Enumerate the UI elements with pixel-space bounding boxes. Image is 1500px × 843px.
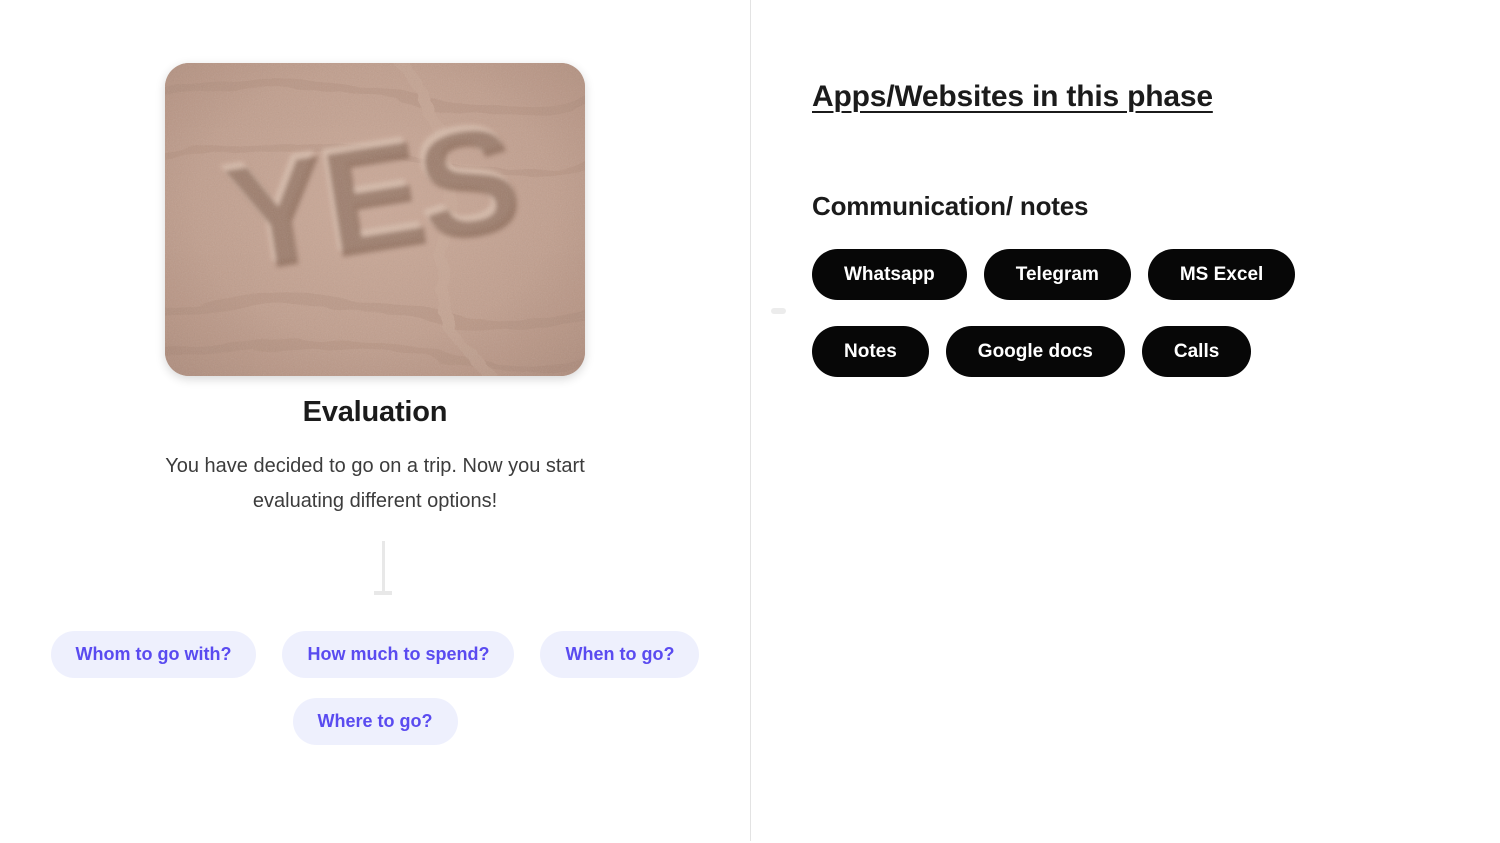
- question-pill-how-much-to-spend[interactable]: How much to spend?: [282, 631, 515, 678]
- phase-description: You have decided to go on a trip. Now yo…: [165, 455, 585, 512]
- phase-image-yes-in-sand: YES: [165, 63, 585, 376]
- app-pill-google-docs[interactable]: Google docs: [945, 326, 1125, 377]
- app-pill-row: Notes Google docs Calls: [812, 326, 1452, 377]
- question-pill-whom-to-go-with[interactable]: Whom to go with?: [50, 631, 257, 678]
- right-pane: Apps/Websites in this phase Communicatio…: [751, 0, 1500, 843]
- app-pill-whatsapp[interactable]: Whatsapp: [812, 249, 967, 300]
- app-pill-telegram[interactable]: Telegram: [983, 249, 1131, 300]
- left-pane: YES Evaluation You have decided to go on…: [0, 0, 750, 843]
- app-pill-notes[interactable]: Notes: [812, 326, 929, 377]
- category-heading-communication-notes: Communication/ notes: [812, 191, 1089, 221]
- app-pill-row: Whatsapp Telegram MS Excel: [812, 249, 1452, 300]
- question-pill-row: Whom to go with? How much to spend? When…: [0, 631, 750, 678]
- connector-line: [374, 541, 392, 597]
- app-pill-calls[interactable]: Calls: [1141, 326, 1252, 377]
- question-pill-where-to-go[interactable]: Where to go?: [292, 698, 458, 745]
- question-pill-group: Whom to go with? How much to spend? When…: [0, 631, 750, 745]
- apps-websites-heading: Apps/Websites in this phase: [812, 80, 1213, 113]
- question-pill-row: Where to go?: [0, 698, 750, 745]
- phase-detail-page: YES Evaluation You have decided to go on…: [0, 0, 1500, 843]
- connector-stem: [382, 541, 385, 593]
- app-pill-group: Whatsapp Telegram MS Excel Notes Google …: [812, 249, 1452, 377]
- question-pill-when-to-go[interactable]: When to go?: [540, 631, 700, 678]
- sand-photo-graphic: YES: [165, 63, 585, 376]
- app-pill-ms-excel[interactable]: MS Excel: [1147, 249, 1296, 300]
- phase-title: Evaluation: [302, 396, 448, 428]
- connector-foot: [374, 591, 392, 595]
